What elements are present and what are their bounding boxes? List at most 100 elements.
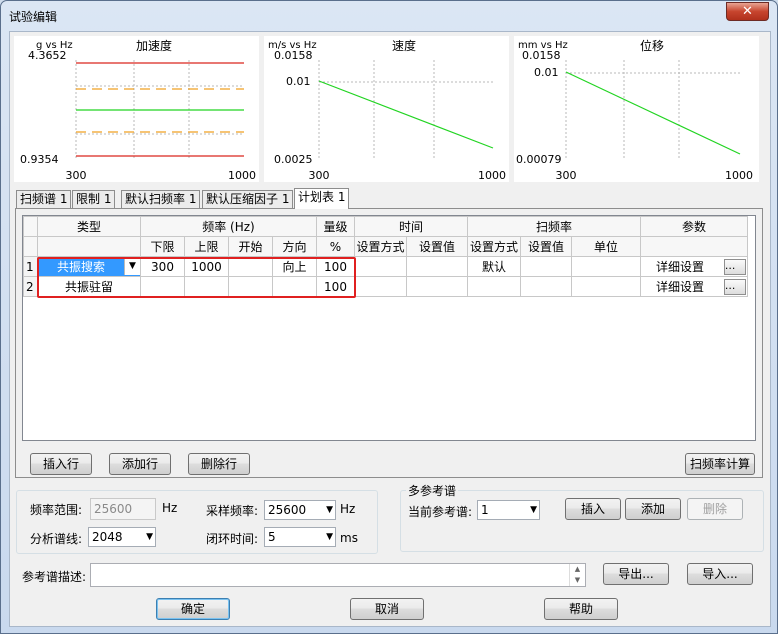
freq-range-field: 25600 [90,498,156,520]
x-min-label: 300 [309,169,330,182]
ref-desc-label: 参考谱描述: [22,570,87,584]
tab-sweep-spectrum[interactable]: 扫频谱 1 [16,190,72,208]
displacement-chart: mm vs Hz 位移 0.0158 0.01 0.00079 300 1000 [514,36,759,182]
cell-time-mode[interactable] [354,256,407,277]
acceleration-chart: g vs Hz 加速度 4.3652 0.9354 300 1000 [14,36,259,182]
import-button[interactable]: 导入... [687,563,753,585]
velocity-curve [318,80,494,149]
current-ref-label: 当前参考谱: [408,505,473,519]
header-sweep: 扫频率 [467,216,641,237]
freq-range-label: 频率范围: [30,503,83,517]
help-button[interactable]: 帮助 [544,598,618,620]
chevron-down-icon: ▼ [326,532,333,542]
y-min-label: 0.00079 [516,153,562,166]
x-min-label: 300 [66,169,87,182]
sample-rate-unit: Hz [340,502,356,516]
details-button[interactable]: ... [723,279,746,296]
multiref-group-label: 多参考谱 [406,482,459,499]
add-row-button[interactable]: 添加行 [109,453,171,475]
x-max-label: 1000 [228,169,256,182]
y-min-label: 0.0025 [274,153,313,166]
insert-row-button[interactable]: 插入行 [30,453,92,475]
current-ref-value: 1 [481,503,489,517]
tab-schedule[interactable]: 计划表 1 [294,188,350,209]
displacement-curve [565,71,741,155]
chart-title: 位移 [640,38,664,53]
header-time-value: 设置值 [406,236,468,257]
schedule-panel: 类型 频率 (Hz) 量级 时间 扫频率 参数 下限 上限 开始 方向 % 设置… [15,208,763,478]
spin-arrows-icon[interactable]: ▲ ▼ [569,564,585,586]
sample-rate-value: 25600 [268,503,307,517]
loop-time-value: 5 [268,530,276,544]
tab-default-sweep-rate[interactable]: 默认扫频率 1 [121,190,201,208]
header-upper: 上限 [184,236,229,257]
y-max-label: 4.3652 [28,49,67,62]
current-ref-select[interactable]: 1 ▼ [477,500,540,520]
header-params: 参数 [640,216,748,237]
header-sweep-unit: 单位 [571,236,641,257]
x-max-label: 1000 [478,169,506,182]
loop-time-select[interactable]: 5 ▼ [264,527,336,547]
loop-time-label: 闭环时间: [206,532,259,546]
ok-button[interactable]: 确定 [156,598,230,620]
cell-params[interactable]: 详细设置 ... [640,256,748,277]
cell-sweep-value[interactable] [520,256,572,277]
y-max-label: 0.0158 [274,49,313,62]
export-button[interactable]: 导出... [603,563,669,585]
params-label: 详细设置 [656,279,705,294]
row-number: 1 [23,256,38,277]
header-time-mode: 设置方式 [354,236,407,257]
header-blank [37,236,141,257]
chevron-down-icon: ▼ [530,505,537,515]
cell-sweep-mode[interactable] [467,276,521,297]
analysis-lines-select[interactable]: 2048 ▼ [88,527,156,547]
cell-sweep-unit[interactable] [571,276,641,297]
row-number: 2 [23,276,38,297]
y-max-label: 0.0158 [522,49,561,62]
title-bar[interactable]: 试验编辑 ✕ [1,1,777,29]
loop-time-unit: ms [340,531,358,545]
header-corner [23,216,38,237]
header-freq: 频率 (Hz) [140,216,317,237]
y-mid-label: 0.01 [534,66,559,79]
cell-time-mode[interactable] [354,276,407,297]
freq-range-unit: Hz [162,501,178,515]
tab-default-compression[interactable]: 默认压缩因子 1 [202,190,294,208]
highlight-box [37,257,356,298]
dialog-window: 试验编辑 ✕ g vs Hz 加速度 4.3652 0.9354 300 100… [0,0,778,634]
cell-sweep-mode[interactable]: 默认 [467,256,521,277]
delete-row-button[interactable]: 删除行 [188,453,250,475]
ref-desc-field[interactable] [90,563,586,587]
header-blank [640,236,748,257]
cell-time-value[interactable] [406,276,468,297]
header-level: 量级 [316,216,355,237]
chevron-down-icon: ▼ [326,505,333,515]
cell-sweep-value[interactable] [520,276,572,297]
chevron-down-icon: ▼ [146,532,153,542]
analysis-lines-value: 2048 [92,530,123,544]
add-ref-button[interactable]: 添加 [625,498,681,520]
x-max-label: 1000 [725,169,753,182]
close-button[interactable]: ✕ [726,2,769,21]
header-direction: 方向 [272,236,317,257]
header-type: 类型 [37,216,141,237]
delete-ref-button: 删除 [687,498,743,520]
header-pct: % [316,236,355,257]
sweep-calc-button[interactable]: 扫频率计算 [685,453,755,475]
header-corner [23,236,38,257]
cell-time-value[interactable] [406,256,468,277]
chart-title: 加速度 [136,38,172,53]
dialog-client: g vs Hz 加速度 4.3652 0.9354 300 1000 m/s v… [9,31,771,627]
header-sweep-value: 设置值 [520,236,572,257]
y-min-label: 0.9354 [20,153,59,166]
details-button[interactable]: ... [723,259,746,276]
sample-rate-select[interactable]: 25600 ▼ [264,500,336,520]
cell-sweep-unit[interactable] [571,256,641,277]
schedule-grid: 类型 频率 (Hz) 量级 时间 扫频率 参数 下限 上限 开始 方向 % 设置… [22,215,756,441]
chart-title: 速度 [392,38,416,53]
cancel-button[interactable]: 取消 [350,598,424,620]
tab-limits[interactable]: 限制 1 [72,190,116,208]
insert-ref-button[interactable]: 插入 [565,498,621,520]
header-start: 开始 [228,236,273,257]
cell-params[interactable]: 详细设置 ... [640,276,748,297]
